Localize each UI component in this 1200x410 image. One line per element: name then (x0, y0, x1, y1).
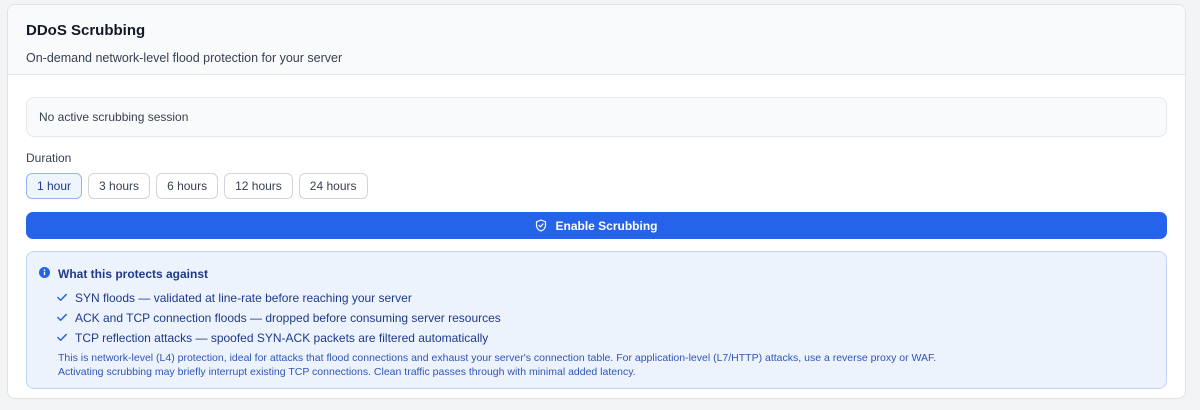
protection-info-panel: What this protects against SYN floods — … (26, 251, 1167, 389)
enable-scrubbing-label: Enable Scrubbing (555, 218, 658, 233)
duration-option-3-hours[interactable]: 3 hours (88, 173, 151, 199)
check-icon (57, 311, 67, 325)
duration-option-12-hours[interactable]: 12 hours (224, 173, 293, 199)
info-header: What this protects against (39, 265, 1154, 283)
info-icon (39, 265, 50, 283)
list-item-text: SYN floods — validated at line-rate befo… (75, 291, 412, 305)
page-subtitle: On-demand network-level flood protection… (26, 51, 343, 65)
info-note-line-1: This is network-level (L4) protection, i… (58, 352, 937, 364)
list-item: TCP reflection attacks — spoofed SYN-ACK… (57, 331, 1154, 345)
duration-option-6-hours[interactable]: 6 hours (156, 173, 219, 199)
protection-list: SYN floods — validated at line-rate befo… (39, 291, 1154, 345)
page-title: DDoS Scrubbing (26, 22, 146, 39)
list-item: SYN floods — validated at line-rate befo… (57, 291, 1154, 305)
enable-scrubbing-button[interactable]: Enable Scrubbing (26, 212, 1167, 239)
status-text: No active scrubbing session (39, 110, 189, 124)
card-header: DDoS Scrubbing On-demand network-level f… (8, 5, 1185, 75)
shield-check-icon (535, 219, 547, 232)
list-item-text: ACK and TCP connection floods — dropped … (75, 311, 501, 325)
check-icon (57, 331, 67, 345)
duration-option-24-hours[interactable]: 24 hours (298, 173, 368, 199)
info-title: What this protects against (58, 267, 209, 281)
ddos-scrubbing-card: DDoS Scrubbing On-demand network-level f… (7, 4, 1186, 399)
status-box: No active scrubbing session (26, 97, 1167, 137)
info-note: This is network-level (L4) protection, i… (39, 351, 1154, 379)
duration-option-1-hour[interactable]: 1 hour (26, 173, 83, 199)
list-item: ACK and TCP connection floods — dropped … (57, 311, 1154, 325)
list-item-text: TCP reflection attacks — spoofed SYN-ACK… (75, 331, 489, 345)
card-body: No active scrubbing session Duration 1 h… (8, 75, 1185, 389)
duration-label: Duration (26, 151, 72, 165)
duration-options: 1 hour 3 hours 6 hours 12 hours 24 hours (26, 173, 1167, 199)
info-note-line-2: Activating scrubbing may briefly interru… (58, 366, 636, 378)
check-icon (57, 291, 67, 305)
